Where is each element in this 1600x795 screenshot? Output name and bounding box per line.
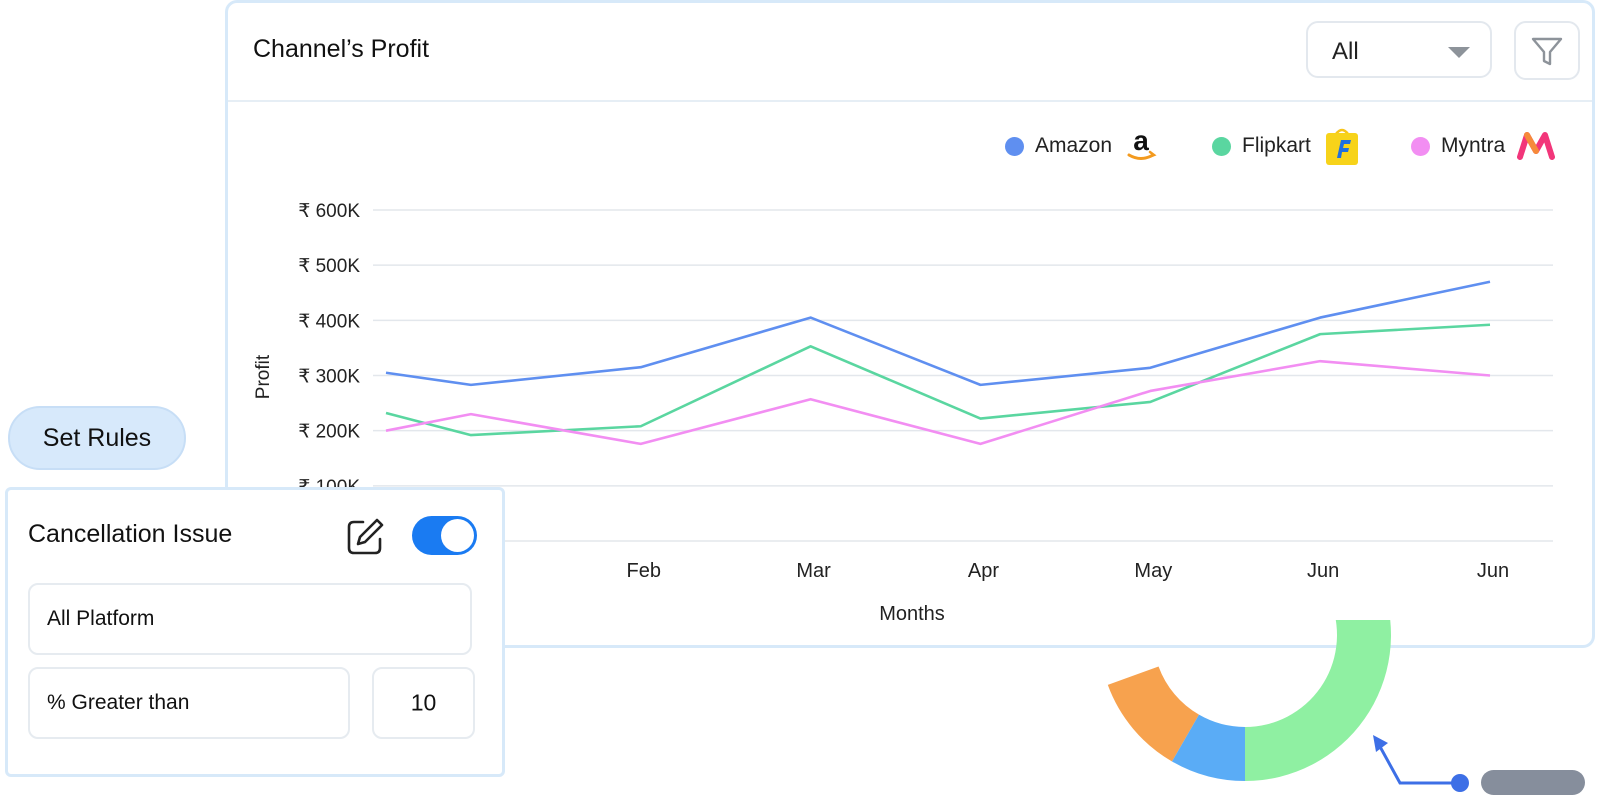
platform-value: All Platform	[47, 607, 155, 630]
y-tick-label: ₹ 400K	[298, 311, 360, 332]
platform-select[interactable]: All Platform	[28, 583, 472, 655]
series-line-flipkart	[385, 323, 1491, 437]
status-pill	[1481, 770, 1585, 795]
x-tick-label: Apr	[968, 560, 999, 582]
x-tick-label: May	[1134, 560, 1172, 582]
pointer-connector	[1373, 735, 1469, 792]
edit-icon[interactable]	[343, 515, 387, 559]
x-tick-label: Jun	[1307, 560, 1339, 582]
donut-chart	[1107, 620, 1391, 781]
y-tick-label: ₹ 200K	[298, 422, 360, 443]
y-tick-label: ₹ 500K	[298, 256, 360, 277]
y-tick-label: ₹ 300K	[298, 367, 360, 388]
condition-select[interactable]: % Greater than	[28, 667, 350, 739]
x-tick-label: Mar	[796, 560, 831, 582]
threshold-input[interactable]: 10	[372, 667, 475, 739]
set-rules-button[interactable]: Set Rules	[8, 406, 186, 470]
rule-card: Cancellation Issue All Platform % Greate…	[5, 487, 505, 777]
x-tick-label: Jun	[1477, 560, 1509, 582]
rule-toggle[interactable]	[412, 516, 477, 555]
condition-value: % Greater than	[47, 691, 190, 714]
y-axis-label: Profit	[253, 354, 274, 399]
threshold-value: 10	[410, 689, 437, 716]
toggle-knob	[441, 519, 474, 552]
y-tick-label: ₹ 600K	[298, 201, 360, 222]
x-axis-label: Months	[879, 603, 945, 625]
rule-title: Cancellation Issue	[28, 520, 233, 548]
x-tick-label: Feb	[627, 560, 661, 582]
